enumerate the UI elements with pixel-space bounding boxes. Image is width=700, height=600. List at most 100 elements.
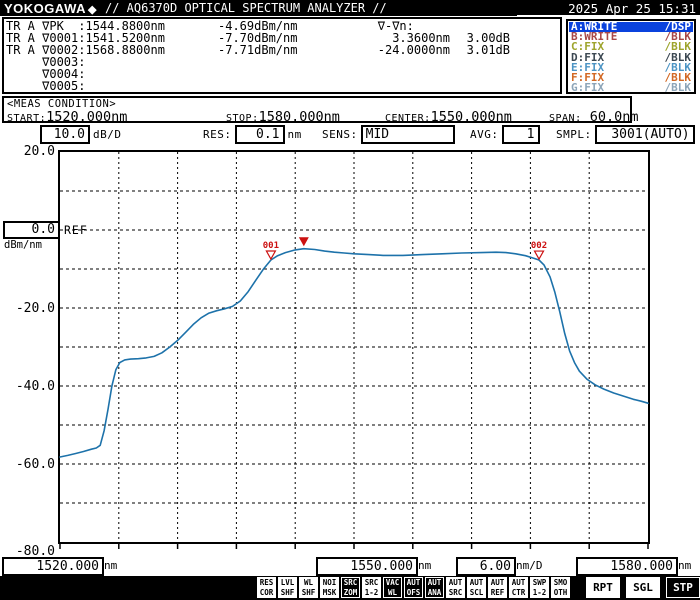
sens-field[interactable]: MID: [360, 125, 455, 144]
spectrum-chart: 001 002: [58, 150, 650, 549]
soft-key-label: OFS: [406, 587, 421, 597]
sensitivity-group: SENS: MID: [322, 125, 455, 144]
soft-key-label: SRC: [364, 578, 379, 587]
marker-002: 002: [531, 241, 547, 261]
soft-key-wl-shf[interactable]: WL SHF: [299, 577, 318, 598]
y-tick-minus20: -20.0: [15, 301, 55, 316]
soft-key-lvl-shf[interactable]: LVL SHF: [278, 577, 297, 598]
level-scale-field[interactable]: 10.0: [40, 125, 90, 144]
line-marker-label: 001: [263, 241, 279, 251]
y-tick-minus40: -40.0: [15, 379, 55, 394]
soft-key-noi-msk[interactable]: NOI MSK: [320, 577, 339, 598]
soft-key-toolbar: RES COR LVL SHF WL SHF NOI MSK SRC ZOM SRC 1-2 VAC WL…: [0, 576, 700, 600]
res-label: RES:: [203, 128, 232, 141]
marker-readout-row: TR A ∇0002:1568.8800nm -7.71dBm/nm -24.000…: [6, 44, 558, 56]
soft-key-label: CTR: [511, 587, 526, 597]
meas-center: CENTER: 1550.000nm: [385, 109, 512, 125]
soft-key-aut-src[interactable]: AUT SRC: [446, 577, 465, 598]
x-start-field[interactable]: 1520.000: [2, 557, 104, 576]
run-key-stp[interactable]: STP: [666, 577, 700, 598]
x-stop-field[interactable]: 1580.000: [576, 557, 678, 576]
marker-readout-cell: [218, 68, 336, 80]
marker-readout-cell: [450, 80, 510, 92]
soft-key-aut-ctr[interactable]: AUT CTR: [509, 577, 528, 598]
run-key-rpt[interactable]: RPT: [586, 577, 620, 598]
soft-key-label: ZOM: [343, 587, 358, 597]
level-scale-unit: dB/D: [93, 128, 122, 141]
soft-key-aut-ref[interactable]: AUT REF: [488, 577, 507, 598]
peak-marker-icon: [298, 237, 309, 247]
diamond-icon: ◆: [88, 3, 97, 16]
marker-readout-row: ∇0003:: [6, 56, 558, 68]
meas-start: START: 1520.000nm: [7, 109, 128, 125]
soft-key-swp-1-2[interactable]: SWP 1-2: [530, 577, 549, 598]
avg-field[interactable]: 1: [501, 125, 540, 144]
soft-key-label: LVL: [280, 578, 295, 587]
soft-key-res-cor[interactable]: RES COR: [257, 577, 276, 598]
soft-key-aut-ofs[interactable]: AUT OFS: [404, 577, 423, 598]
soft-key-label: SMO: [553, 578, 568, 587]
soft-key-label: AUT: [511, 578, 526, 587]
soft-key-label: SCL: [469, 587, 484, 597]
meas-span: SPAN: 60.0nm: [549, 109, 639, 125]
average-group: AVG: 1: [470, 125, 540, 144]
marker-readout-cell: [218, 80, 336, 92]
soft-key-vac-wl[interactable]: VAC WL: [383, 577, 402, 598]
resolution-group: RES: 0.1 nm: [203, 125, 302, 144]
soft-key-label: SHF: [301, 587, 316, 597]
run-key-sgl[interactable]: SGL: [626, 577, 660, 598]
x-per-div-field[interactable]: 6.00: [456, 557, 516, 576]
marker-readout-cell: [336, 80, 450, 92]
soft-key-label: NOI: [322, 578, 337, 587]
soft-key-label: MSK: [322, 587, 337, 597]
soft-key-label: WL: [387, 587, 398, 597]
soft-key-label: COR: [259, 587, 274, 597]
sampling-group: SMPL: 3001(AUTO): [556, 125, 695, 144]
x-center-unit: nm: [418, 559, 432, 572]
soft-key-label: WL: [303, 578, 314, 587]
header-underline: [517, 15, 700, 16]
soft-key-label: VAC: [385, 578, 400, 587]
meas-condition-title: <MEAS CONDITION>: [7, 98, 117, 110]
datetime-display: 2025 Apr 25 15:31: [568, 0, 696, 16]
soft-key-aut-scl[interactable]: AUT SCL: [467, 577, 486, 598]
meas-stop: STOP: 1580.000nm: [226, 109, 340, 125]
x-stop-unit: nm: [678, 559, 692, 572]
soft-key-src-1-2[interactable]: SRC 1-2: [362, 577, 381, 598]
sens-label: SENS:: [322, 128, 358, 141]
soft-key-label: AUT: [427, 578, 442, 587]
soft-key-label: SRC: [343, 578, 358, 587]
marker-readout-cell: [450, 68, 510, 80]
marker-readout-cell: [218, 56, 336, 68]
res-field[interactable]: 0.1: [234, 125, 285, 144]
soft-key-src-zom[interactable]: SRC ZOM: [341, 577, 360, 598]
trace-status-row-G[interactable]: G:FIX/BLK: [569, 81, 693, 95]
marker-readout-cell: [450, 56, 510, 68]
brand-text: YOKOGAWA: [4, 0, 87, 16]
marker-PK: [298, 237, 309, 247]
marker-readout-cell: 3.01dB: [466, 43, 510, 58]
marker-readout-cell: [336, 68, 450, 80]
x-start-unit: nm: [104, 559, 118, 572]
smpl-label: SMPL:: [556, 128, 592, 141]
smpl-field[interactable]: 3001(AUTO): [594, 125, 695, 144]
y-tick-20: 20.0: [23, 144, 55, 159]
marker-readout-cell: -24.0000nm: [377, 43, 450, 58]
trace-name: G:FIX: [571, 81, 605, 95]
settings-row: 10.0 dB/D RES: 0.1 nm SENS: MID AVG: 1 SMPL: 3…: [0, 125, 700, 149]
marker-readout-row: ∇0004:: [6, 68, 558, 80]
soft-key-label: 1-2: [532, 587, 547, 597]
x-center-field[interactable]: 1550.000: [316, 557, 418, 576]
soft-key-aut-ana[interactable]: AUT ANA: [425, 577, 444, 598]
yokogawa-logo: YOKOGAWA ◆: [4, 1, 97, 16]
soft-key-smo-oth[interactable]: SMO OTH: [551, 577, 570, 598]
meas-condition-fields: START: 1520.000nm STOP: 1580.000nm CENTER:…: [4, 109, 639, 125]
soft-key-label: AUT: [469, 578, 484, 587]
ref-level-field[interactable]: 0.0: [3, 221, 60, 239]
soft-key-label: RES: [259, 578, 274, 587]
marker-readout-table: TR A ∇PK :1544.8800nm -4.69dBm/nm ∇-∇n: TR…: [2, 17, 562, 94]
soft-key-label: SHF: [280, 587, 295, 597]
y-tick-minus60: -60.0: [15, 457, 55, 472]
y-axis-unit: dBm/nm: [4, 239, 42, 251]
level-scale-group: 10.0 dB/D: [40, 125, 122, 144]
